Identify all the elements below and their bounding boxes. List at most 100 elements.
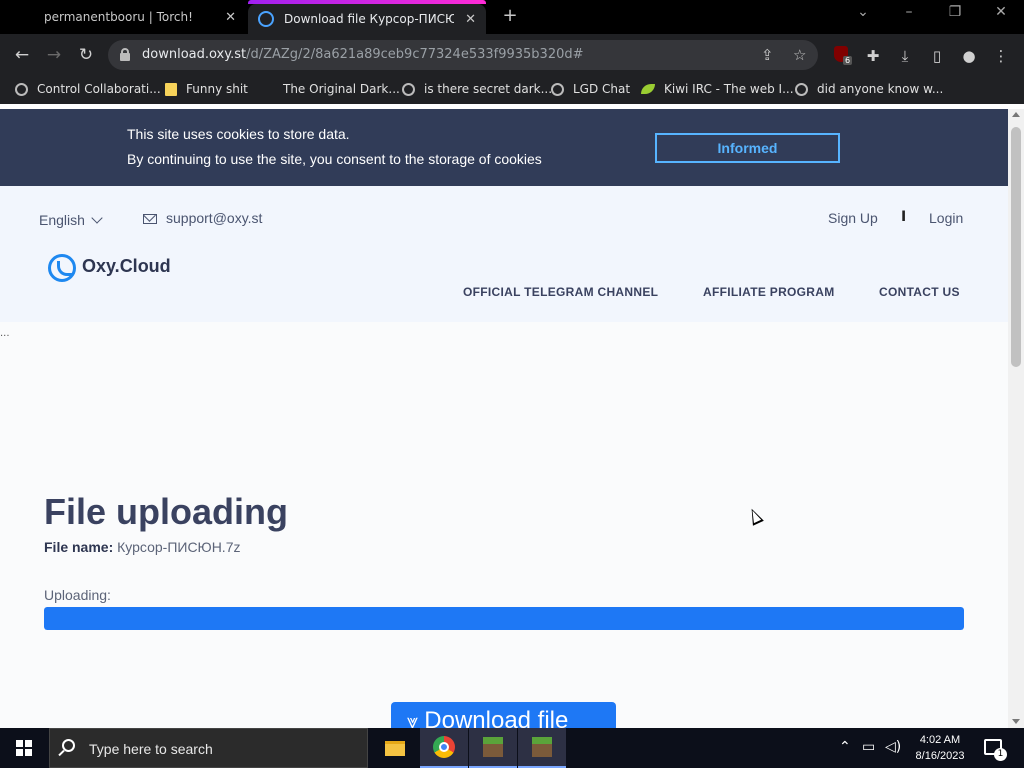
bookmark-item[interactable]: did anyone know w... — [795, 82, 943, 96]
bookmark-label: The Original Dark... — [283, 82, 400, 96]
back-arrow-icon[interactable]: ← — [11, 44, 33, 66]
chevron-down-icon — [91, 212, 103, 224]
url-domain: download.oxy.st — [142, 47, 247, 62]
scroll-down-icon[interactable] — [1012, 719, 1020, 724]
new-tab-icon[interactable]: + — [500, 6, 520, 26]
url-text[interactable]: download.oxy.st/d/ZAZg/2/8a621a89ceb9c77… — [142, 47, 584, 62]
chrome-app[interactable] — [420, 728, 468, 768]
reload-icon[interactable]: ↻ — [75, 44, 97, 66]
minimize-icon[interactable]: – — [894, 4, 924, 20]
download-icon[interactable]: ⤓ — [895, 47, 915, 65]
extensions-puzzle-icon[interactable]: ✚ — [863, 47, 883, 65]
system-clock[interactable]: 4:02 AM 8/16/2023 — [905, 732, 975, 764]
page-scrollbar[interactable] — [1008, 109, 1024, 728]
bookmark-item[interactable]: The Original Dark... — [283, 82, 400, 96]
nav-affiliate-program[interactable]: AFFILIATE PROGRAM — [703, 285, 835, 299]
bookmark-label: Control Collaborati... — [37, 82, 161, 96]
clock-time: 4:02 AM — [919, 734, 961, 746]
close-icon[interactable]: ✕ — [465, 12, 476, 27]
bookmark-item[interactable]: Control Collaborati... — [15, 82, 161, 96]
tab-search-icon[interactable]: ⌄ — [848, 4, 878, 20]
search-placeholder: Type here to search — [89, 741, 213, 757]
scroll-thumb[interactable] — [1011, 127, 1021, 367]
stray-dots: ... — [0, 328, 10, 339]
share-icon[interactable]: ⇪ — [761, 46, 774, 64]
search-icon — [62, 739, 75, 752]
bookmark-label: Funny shit — [186, 82, 248, 96]
site-logo[interactable]: Oxy.Cloud — [82, 256, 171, 277]
bookmark-item[interactable]: is there secret dark... — [402, 82, 552, 96]
globe-icon — [402, 82, 415, 96]
oxy-logo-icon[interactable] — [48, 254, 76, 282]
browser-tab-strip: permanentbooru | Torch! ✕ Download file … — [0, 0, 1024, 34]
minecraft-app[interactable] — [469, 728, 517, 768]
bookmark-site-icon — [15, 82, 28, 96]
bookmark-label: did anyone know w... — [817, 82, 944, 96]
menu-kebab-icon[interactable]: ⋮ — [991, 47, 1011, 65]
site-header: English support@oxy.st Sign Up I Login O… — [0, 186, 1008, 322]
support-email-link[interactable]: support@oxy.st — [166, 210, 262, 226]
scroll-up-icon[interactable] — [1012, 112, 1020, 117]
profile-icon[interactable]: ● — [959, 47, 979, 65]
file-name-value: Курсор-ПИСЮН.7z — [117, 539, 241, 555]
close-icon[interactable]: ✕ — [225, 10, 236, 25]
envelope-icon — [143, 214, 157, 224]
kiwi-icon — [641, 84, 655, 94]
bookmark-star-icon[interactable]: ☆ — [793, 46, 806, 64]
taskbar-search-box[interactable]: Type here to search — [49, 728, 368, 768]
windows-start-icon[interactable] — [16, 740, 32, 756]
language-selector[interactable]: English — [39, 212, 103, 228]
restore-icon[interactable]: ❐ — [940, 4, 970, 20]
folder-icon — [165, 82, 177, 96]
login-link[interactable]: Login — [929, 210, 963, 226]
lock-icon[interactable] — [120, 48, 130, 61]
tab-download-file[interactable]: Download file Курсор-ПИСЮН.7 ✕ — [248, 0, 486, 34]
extension-badge: 6 — [843, 56, 853, 65]
upload-progress-bar — [44, 607, 964, 630]
bookmark-folder[interactable]: Funny shit — [165, 82, 248, 96]
file-name-row: File name: Курсор-ПИСЮН.7z — [44, 539, 240, 555]
minecraft-icon — [483, 737, 503, 757]
upload-progress-fill — [44, 607, 964, 630]
notification-count: 1 — [994, 748, 1007, 761]
page-viewport: This site uses cookies to store data. By… — [0, 109, 1008, 728]
minecraft-app-2[interactable] — [518, 728, 566, 768]
mouse-cursor-icon — [746, 506, 764, 526]
bookmark-label: Kiwi IRC - The web I... — [664, 82, 794, 96]
nav-telegram-channel[interactable]: OFFICIAL TELEGRAM CHANNEL — [463, 285, 658, 299]
auth-separator: I — [901, 209, 907, 225]
file-name-label: File name: — [44, 539, 114, 555]
oxy-favicon-icon — [258, 11, 274, 27]
upload-label: Uploading: — [44, 587, 111, 603]
browser-toolbar: ← → ↻ download.oxy.st/d/ZAZg/2/8a621a89c… — [0, 34, 1024, 76]
page-title: File uploading — [44, 491, 288, 532]
window-close-icon[interactable]: ✕ — [986, 4, 1016, 20]
minecraft-icon — [532, 737, 552, 757]
file-explorer-icon — [385, 740, 405, 756]
language-label: English — [39, 212, 85, 228]
bookmark-label: is there secret dark... — [424, 82, 553, 96]
download-button-label: Download file — [424, 707, 569, 728]
nav-contact-us[interactable]: CONTACT US — [879, 285, 960, 299]
file-explorer-app[interactable] — [371, 728, 419, 768]
chrome-icon — [433, 736, 455, 758]
cookie-text-line1: This site uses cookies to store data. — [127, 126, 350, 142]
globe-icon — [795, 82, 808, 96]
download-file-button[interactable]: ⩔ Download file — [391, 702, 616, 728]
cookie-accept-button[interactable]: Informed — [655, 133, 840, 163]
bookmark-item[interactable]: Kiwi IRC - The web I... — [641, 82, 794, 96]
bookmark-label: LGD Chat — [573, 82, 631, 96]
globe-icon — [551, 82, 564, 96]
tray-overflow-chevron-icon[interactable]: ⌃ — [839, 739, 851, 755]
forward-arrow-icon[interactable]: → — [43, 44, 65, 66]
tab-permanentbooru[interactable]: permanentbooru | Torch! ✕ — [0, 0, 246, 34]
cookie-text-line2: By continuing to use the site, you conse… — [127, 151, 542, 167]
download-chevron-icon: ⩔ — [407, 711, 419, 728]
bookmark-item[interactable]: LGD Chat — [551, 82, 630, 96]
sign-up-link[interactable]: Sign Up — [828, 210, 878, 226]
clock-date: 8/16/2023 — [915, 750, 965, 762]
address-bar[interactable]: download.oxy.st/d/ZAZg/2/8a621a89ceb9c77… — [108, 40, 818, 70]
network-icon[interactable]: ▭ — [862, 739, 875, 755]
side-panel-icon[interactable]: ▯ — [927, 47, 947, 65]
volume-icon[interactable]: ◁) — [885, 739, 901, 755]
